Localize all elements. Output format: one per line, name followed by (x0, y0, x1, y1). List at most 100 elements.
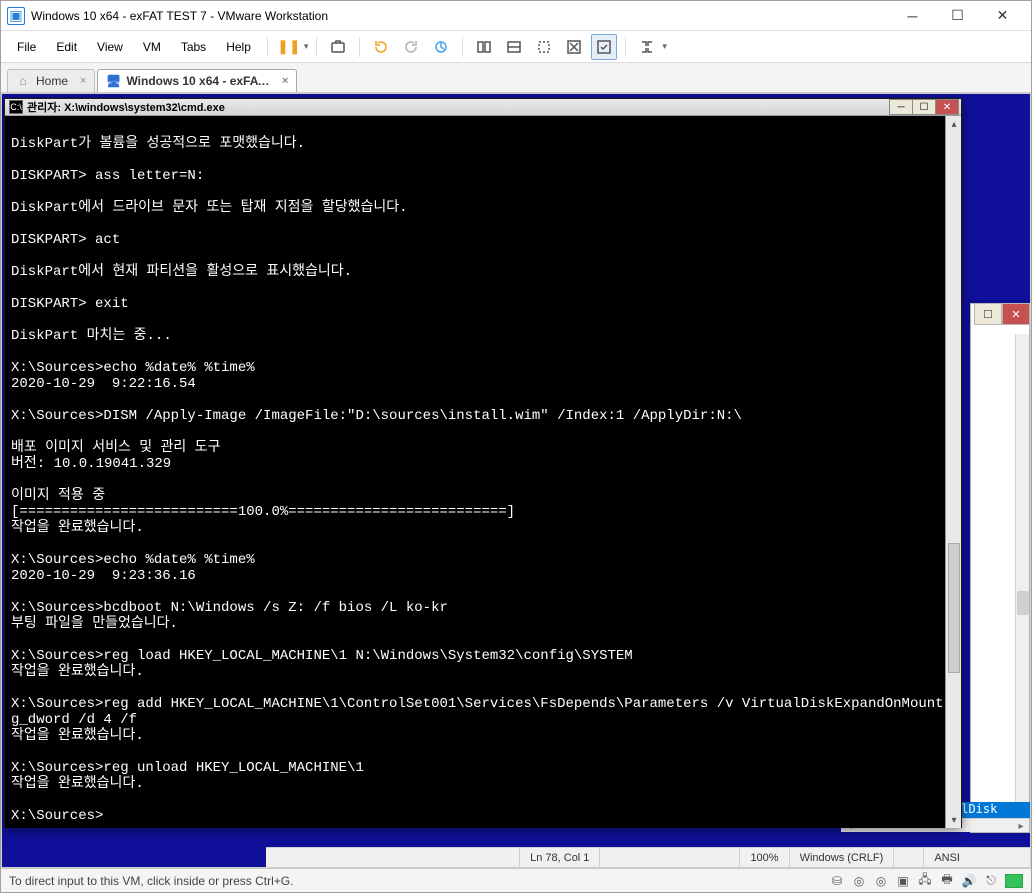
minimize-button[interactable]: ─ (890, 2, 935, 30)
fullscreen-icon[interactable] (591, 34, 617, 60)
menu-tabs[interactable]: Tabs (173, 36, 214, 58)
cmd-line: 작업을 완료했습니다. (11, 520, 939, 536)
cmd-line (11, 392, 939, 408)
scroll-right-icon[interactable]: ▸ (1013, 819, 1029, 833)
cmd-line: 이미지 적용 중 (11, 488, 939, 504)
cd-icon[interactable]: ◎ (851, 873, 867, 889)
tab-label: Home (36, 74, 68, 88)
cmd-line: 2020-10-29 9:22:16.54 (11, 376, 939, 392)
notepad-maximize-button[interactable]: ☐ (974, 303, 1002, 325)
cmd-line (11, 280, 939, 296)
sound-icon[interactable]: 🔊 (961, 873, 977, 889)
monitor-icon: 🖥 (106, 74, 120, 88)
printer-icon[interactable]: 🖶 (939, 873, 955, 889)
cmd-line: X:\Sources>DISM /Apply-Image /ImageFile:… (11, 408, 939, 424)
cmd-line (11, 472, 939, 488)
status-tray: ⛁ ◎ ◎ ▣ 🖧 🖶 🔊 ⎋ (829, 873, 1023, 889)
cmd-line: 작업을 완료했습니다. (11, 776, 939, 792)
menu-vm[interactable]: VM (135, 36, 169, 58)
unity-icon[interactable] (634, 34, 660, 60)
cmd-line: X:\Sources> (11, 808, 939, 824)
cmd-minimize-button[interactable]: ─ (889, 99, 913, 115)
cmd-line: [==========================100.0%=======… (11, 504, 939, 520)
pause-icon[interactable]: ❚❚ (276, 34, 302, 60)
cmd-line (11, 536, 939, 552)
background-notepad-window: ☐ ✕ alDisk ////// ◂ ▸ (970, 303, 1030, 833)
snapshot-take-icon[interactable] (398, 34, 424, 60)
close-button[interactable]: ✕ (980, 2, 1025, 30)
cmd-line: X:\Sources>echo %date% %time% (11, 360, 939, 376)
tab-vm[interactable]: 🖥 Windows 10 x64 - exFAT T... × (97, 69, 297, 92)
menu-help[interactable]: Help (218, 36, 259, 58)
cmd-line (11, 680, 939, 696)
home-icon: ⌂ (16, 74, 30, 88)
cmd-line: X:\Sources>echo %date% %time% (11, 552, 939, 568)
tab-close-icon[interactable]: × (80, 75, 86, 87)
view-single-icon[interactable] (471, 34, 497, 60)
cmd-line: 버전: 10.0.19041.329 (11, 456, 939, 472)
vmware-app-icon: ▣ (7, 7, 25, 25)
menu-view[interactable]: View (89, 36, 131, 58)
tab-close-icon[interactable]: × (282, 75, 288, 87)
cmd-line (11, 248, 939, 264)
menubar: File Edit View VM Tabs Help ❚❚ ▾ (1, 31, 1031, 63)
revert-icon[interactable] (368, 34, 394, 60)
cmd-line: DiskPart가 볼륨을 성공적으로 포맷했습니다. (11, 136, 939, 152)
guest-display[interactable]: ☐ ✕ alDisk ////// ◂ ▸ Ln 78, Col 1 100% … (1, 93, 1031, 868)
status-encoding: ANSI (923, 848, 970, 867)
cmd-line: 작업을 완료했습니다. (11, 728, 939, 744)
separator (359, 37, 360, 57)
cmd-line: 부팅 파일을 만들었습니다. (11, 616, 939, 632)
menu-file[interactable]: File (9, 36, 44, 58)
status-zoom: 100% (739, 848, 788, 867)
cmd-vertical-scrollbar[interactable]: ▴ ▾ (945, 116, 961, 828)
vm-running-icon[interactable] (1005, 874, 1023, 888)
menu-edit[interactable]: Edit (48, 36, 85, 58)
tabbar: ⌂ Home × 🖥 Windows 10 x64 - exFAT T... × (1, 63, 1031, 93)
cmd-titlebar[interactable]: C:\ 관리자: X:\windows\system32\cmd.exe ─ ☐… (5, 99, 961, 116)
tab-home[interactable]: ⌂ Home × (7, 69, 95, 92)
scroll-down-icon[interactable]: ▾ (946, 812, 962, 828)
cmd-line (11, 152, 939, 168)
tab-label: Windows 10 x64 - exFAT T... (126, 74, 270, 88)
maximize-button[interactable]: ☐ (935, 2, 980, 30)
hdd-icon[interactable]: ⛁ (829, 873, 845, 889)
cmd-output[interactable]: DiskPart가 볼륨을 성공적으로 포맷했습니다. DISKPART> as… (5, 116, 945, 828)
cmd-close-button[interactable]: ✕ (935, 99, 959, 115)
snapshot-icon[interactable] (325, 34, 351, 60)
snapshot-manage-icon[interactable] (428, 34, 454, 60)
titlebar: ▣ Windows 10 x64 - exFAT TEST 7 - VMware… (1, 1, 1031, 31)
cmd-line: DISKPART> exit (11, 296, 939, 312)
cmd-maximize-button[interactable]: ☐ (912, 99, 936, 115)
cmd-line (11, 184, 939, 200)
scrollbar-thumb[interactable] (948, 543, 960, 673)
cmd-line (11, 632, 939, 648)
vmware-statusbar: To direct input to this VM, click inside… (1, 868, 1031, 892)
floppy-icon[interactable]: ▣ (895, 873, 911, 889)
network-icon[interactable]: 🖧 (917, 873, 933, 889)
view-console-icon[interactable] (501, 34, 527, 60)
cmd-line (11, 344, 939, 360)
cmd-line (11, 584, 939, 600)
cd2-icon[interactable]: ◎ (873, 873, 889, 889)
unity-dropdown[interactable]: ▾ (662, 41, 667, 52)
notepad-close-button[interactable]: ✕ (1002, 303, 1030, 325)
notepad-vertical-scrollbar[interactable] (1015, 334, 1029, 802)
input-hint: To direct input to this VM, click inside… (9, 874, 293, 888)
cmd-line: X:\Sources>reg add HKEY_LOCAL_MACHINE\1\… (11, 696, 939, 712)
cmd-line: DiskPart에서 현재 파티션을 활성으로 표시했습니다. (11, 264, 939, 280)
cmd-title: 관리자: X:\windows\system32\cmd.exe (27, 99, 890, 115)
cmd-window: C:\ 관리자: X:\windows\system32\cmd.exe ─ ☐… (4, 98, 962, 828)
scrollbar-thumb[interactable] (1017, 591, 1029, 615)
scroll-up-icon[interactable]: ▴ (946, 116, 962, 132)
cmd-line: DiskPart에서 드라이브 문자 또는 탑재 지점을 할당했습니다. (11, 200, 939, 216)
cmd-line: g_dword /d 4 /f (11, 712, 939, 728)
usb-icon[interactable]: ⎋ (983, 873, 999, 889)
cmd-line (11, 424, 939, 440)
fit-guest-icon[interactable] (531, 34, 557, 60)
stretch-icon[interactable] (561, 34, 587, 60)
cmd-line: 2020-10-29 9:23:36.16 (11, 568, 939, 584)
cmd-line: X:\Sources>reg unload HKEY_LOCAL_MACHINE… (11, 760, 939, 776)
cmd-line (11, 120, 939, 136)
pause-dropdown[interactable]: ▾ (304, 41, 309, 52)
